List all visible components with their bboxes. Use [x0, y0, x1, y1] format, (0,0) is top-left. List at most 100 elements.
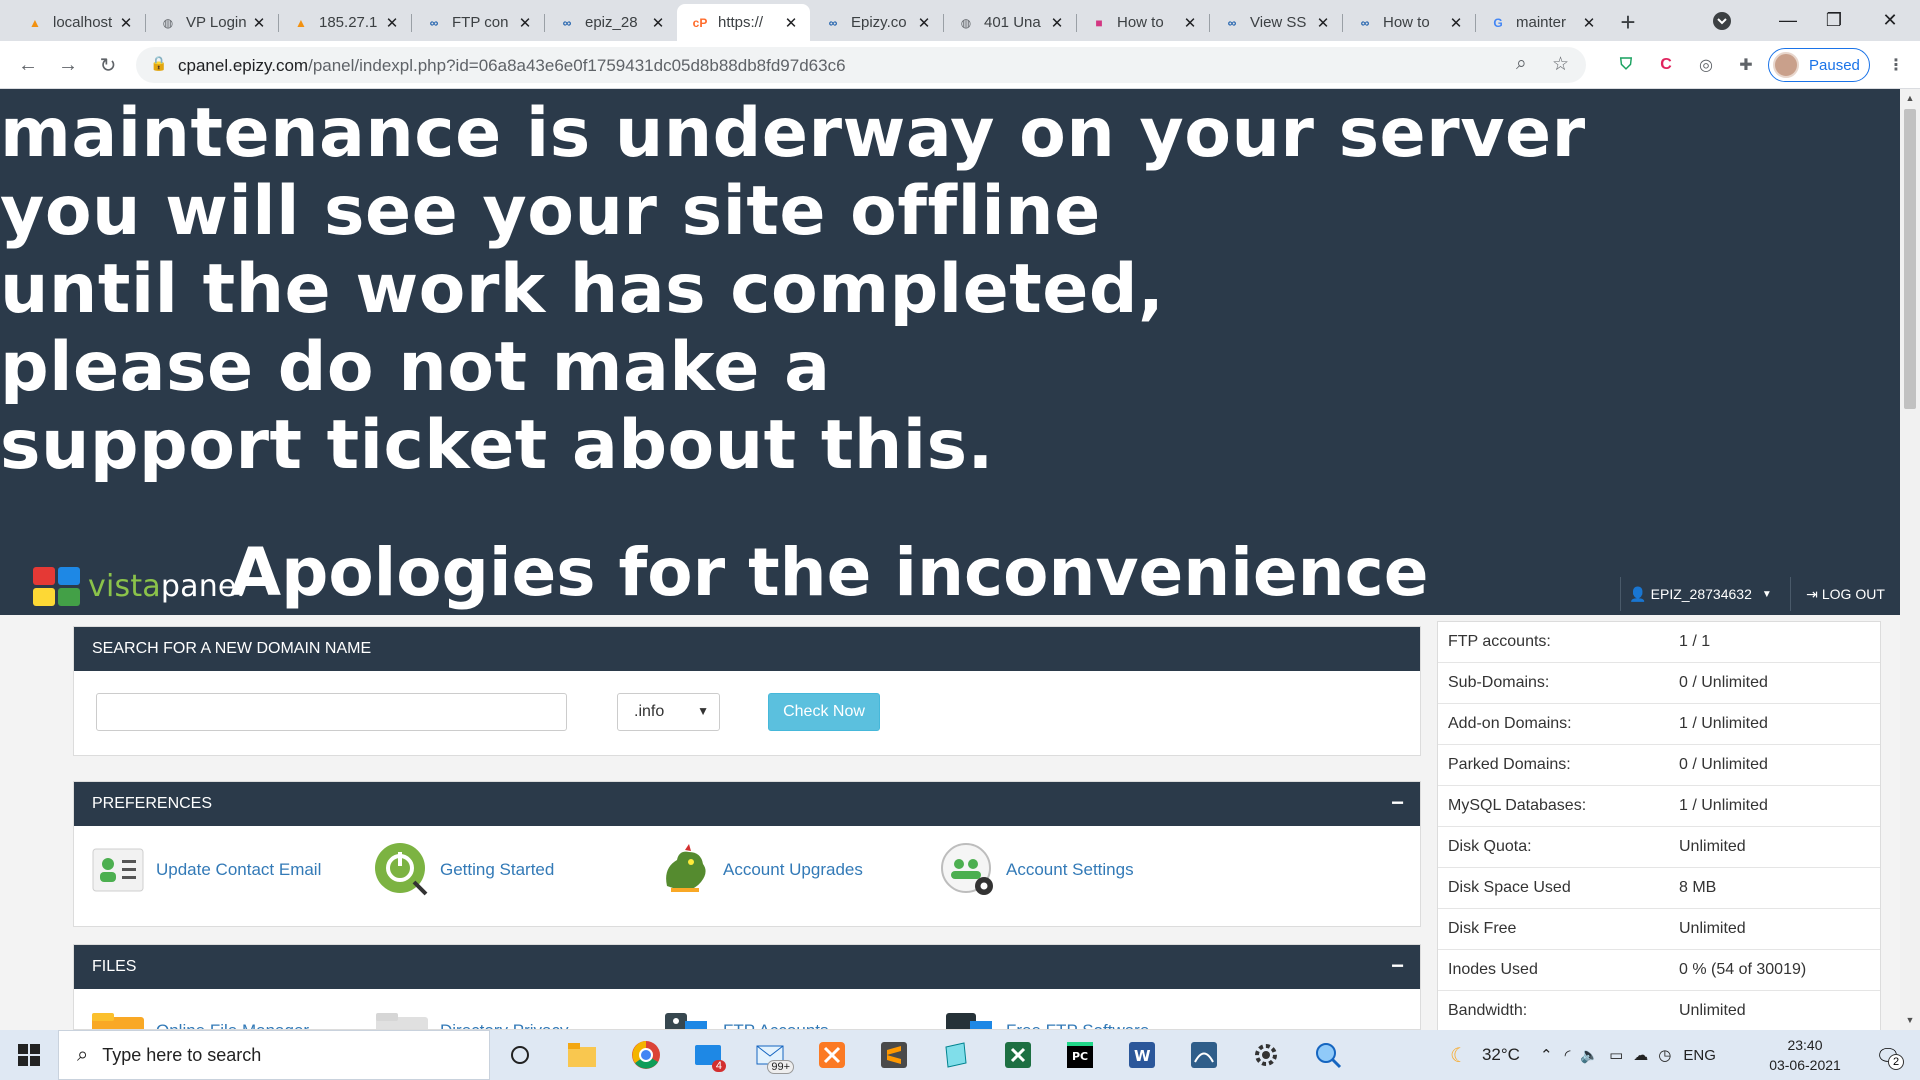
logout-link[interactable]: ⇥ LOG OUT [1790, 577, 1900, 611]
tab-12[interactable]: G mainter ✕ [1475, 4, 1608, 41]
tab-11[interactable]: ∞ How to ✕ [1342, 4, 1475, 41]
page-scrollbar[interactable]: ▲ ▼ [1900, 89, 1920, 1030]
sublime-text-icon[interactable] [872, 1036, 916, 1074]
clock[interactable]: 23:40 03-06-2021 [1760, 1035, 1850, 1075]
chrome-icon[interactable] [624, 1036, 668, 1074]
reload-button[interactable]: ↻ [92, 49, 124, 81]
free-ftp-software-link[interactable]: Free FTP Software [940, 1011, 1149, 1029]
network-icon[interactable]: ◷ [1658, 1046, 1671, 1064]
close-icon[interactable]: ✕ [250, 14, 268, 32]
close-icon[interactable]: ✕ [1447, 14, 1465, 32]
getting-started-link[interactable]: Getting Started [374, 842, 554, 898]
tab-5[interactable]: ∞ epiz_28 ✕ [544, 4, 677, 41]
account-settings-link[interactable]: Account Settings [940, 842, 1134, 898]
tab-8[interactable]: ◍ 401 Una ✕ [943, 4, 1076, 41]
forward-button[interactable]: → [52, 49, 84, 81]
tab-3[interactable]: ▲ 185.27.1 ✕ [278, 4, 411, 41]
tab-title: VP Login [186, 14, 247, 31]
excel-icon[interactable] [996, 1036, 1040, 1074]
tab-6-active[interactable]: cP https:// ✕ [677, 4, 810, 41]
close-icon[interactable]: ✕ [1181, 14, 1199, 32]
zoom-icon[interactable]: ⌕ [1516, 53, 1527, 75]
network-search-icon[interactable] [1306, 1036, 1350, 1074]
language-indicator[interactable]: ENG [1683, 1047, 1716, 1064]
wifi-icon[interactable]: ◜ [1565, 1046, 1571, 1064]
update-contact-email-link[interactable]: Update Contact Email [90, 842, 321, 898]
taskbar-search[interactable]: ⌕ Type here to search [58, 1030, 490, 1080]
dragon-icon [657, 842, 713, 898]
close-icon[interactable]: ✕ [915, 14, 933, 32]
mail-envelope-icon[interactable]: 99+ [748, 1036, 794, 1074]
notepad-icon[interactable] [934, 1036, 978, 1074]
close-icon[interactable]: ✕ [117, 14, 135, 32]
settings-gear-icon[interactable] [1244, 1036, 1288, 1074]
infinity-icon: ∞ [828, 15, 838, 30]
tab-2[interactable]: ◍ VP Login ✕ [145, 4, 278, 41]
profile-button[interactable]: Paused [1768, 48, 1870, 82]
pref-label: Update Contact Email [156, 860, 322, 879]
volume-icon[interactable]: 🔈 [1580, 1046, 1599, 1064]
extension-pocket-icon[interactable]: ⛉ [1614, 53, 1638, 77]
moon-icon: ☾ [1450, 1044, 1468, 1067]
scroll-down-icon[interactable]: ▼ [1900, 1015, 1920, 1025]
start-button[interactable] [0, 1030, 58, 1080]
close-window-button[interactable]: ✕ [1864, 0, 1916, 41]
new-tab-button[interactable]: + [1608, 4, 1648, 41]
back-button[interactable]: ← [12, 49, 44, 81]
word-icon[interactable]: W [1120, 1036, 1164, 1074]
tab-7[interactable]: ∞ Epizy.co ✕ [810, 4, 943, 41]
notification-center-icon[interactable]: 🗨 2 [1870, 1040, 1906, 1072]
onedrive-icon[interactable]: ☁ [1633, 1046, 1648, 1064]
xampp-icon[interactable] [810, 1036, 854, 1074]
restore-button[interactable]: ❐ [1808, 0, 1860, 41]
panel-header[interactable]: PREFERENCES − [74, 782, 1420, 826]
close-icon[interactable]: ✕ [1580, 14, 1598, 32]
domain-search-input[interactable] [96, 693, 567, 731]
pycharm-icon[interactable]: PC [1058, 1036, 1102, 1074]
collapse-icon[interactable]: − [1391, 953, 1404, 979]
collapse-icon[interactable]: − [1391, 790, 1404, 816]
address-bar[interactable]: 🔒 cpanel.epizy.com/panel/indexpl.php?id=… [136, 47, 1586, 83]
directory-privacy-link[interactable]: Directory Privacy [374, 1011, 568, 1029]
online-file-manager-link[interactable]: Online File Manager [90, 1011, 309, 1029]
vistapanel-logo[interactable]: vistapanel [33, 567, 245, 606]
bookmark-star-icon[interactable]: ☆ [1552, 53, 1569, 76]
weather-widget[interactable]: ☾ 32°C [1450, 1030, 1520, 1080]
close-icon[interactable]: ✕ [1314, 14, 1332, 32]
mail-app-icon[interactable]: 4 [686, 1036, 730, 1074]
tab-10[interactable]: ∞ View SS ✕ [1209, 4, 1342, 41]
extension-circle-icon[interactable]: ◎ [1694, 53, 1718, 77]
stat-row: Sub-Domains: 0 / Unlimited [1438, 663, 1880, 704]
minimize-button[interactable]: — [1762, 0, 1814, 41]
ftp-accounts-link[interactable]: FTP Accounts [657, 1011, 829, 1029]
user-menu[interactable]: 👤 EPIZ_28734632 ▼ [1620, 577, 1780, 611]
task-view-icon[interactable] [498, 1036, 542, 1074]
file-explorer-icon[interactable] [560, 1036, 604, 1074]
panel-header[interactable]: FILES − [74, 945, 1420, 989]
extensions-puzzle-icon[interactable]: ✚ [1734, 53, 1758, 77]
stat-value: 8 MB [1679, 879, 1717, 896]
close-icon[interactable]: ✕ [383, 14, 401, 32]
extension-c-icon[interactable]: C [1654, 53, 1678, 77]
battery-icon[interactable]: ▭ [1609, 1046, 1623, 1064]
user-icon: 👤 [1629, 585, 1647, 602]
maintenance-line-4: please do not make a [0, 328, 831, 407]
close-icon[interactable]: ✕ [782, 14, 800, 32]
mysql-workbench-icon[interactable] [1182, 1036, 1226, 1074]
tab-search-icon[interactable] [1696, 0, 1748, 41]
close-icon[interactable]: ✕ [649, 14, 667, 32]
close-icon[interactable]: ✕ [1048, 14, 1066, 32]
tab-1[interactable]: ▲ localhost ✕ [12, 4, 145, 41]
tld-select[interactable]: .info ▼ [617, 693, 720, 731]
tab-4[interactable]: ∞ FTP con ✕ [411, 4, 544, 41]
close-icon[interactable]: ✕ [516, 14, 534, 32]
account-upgrades-link[interactable]: Account Upgrades [657, 842, 863, 898]
url-text[interactable]: cpanel.epizy.com/panel/indexpl.php?id=06… [178, 56, 846, 76]
chevron-up-icon[interactable]: ⌃ [1540, 1046, 1553, 1064]
check-now-button[interactable]: Check Now [768, 693, 880, 731]
stat-key: Disk Free [1448, 920, 1517, 937]
tab-9[interactable]: ■ How to ✕ [1076, 4, 1209, 41]
scrollbar-thumb[interactable] [1904, 109, 1916, 409]
menu-kebab-icon[interactable]: ⋮ [1884, 53, 1908, 77]
scroll-up-icon[interactable]: ▲ [1900, 93, 1920, 103]
